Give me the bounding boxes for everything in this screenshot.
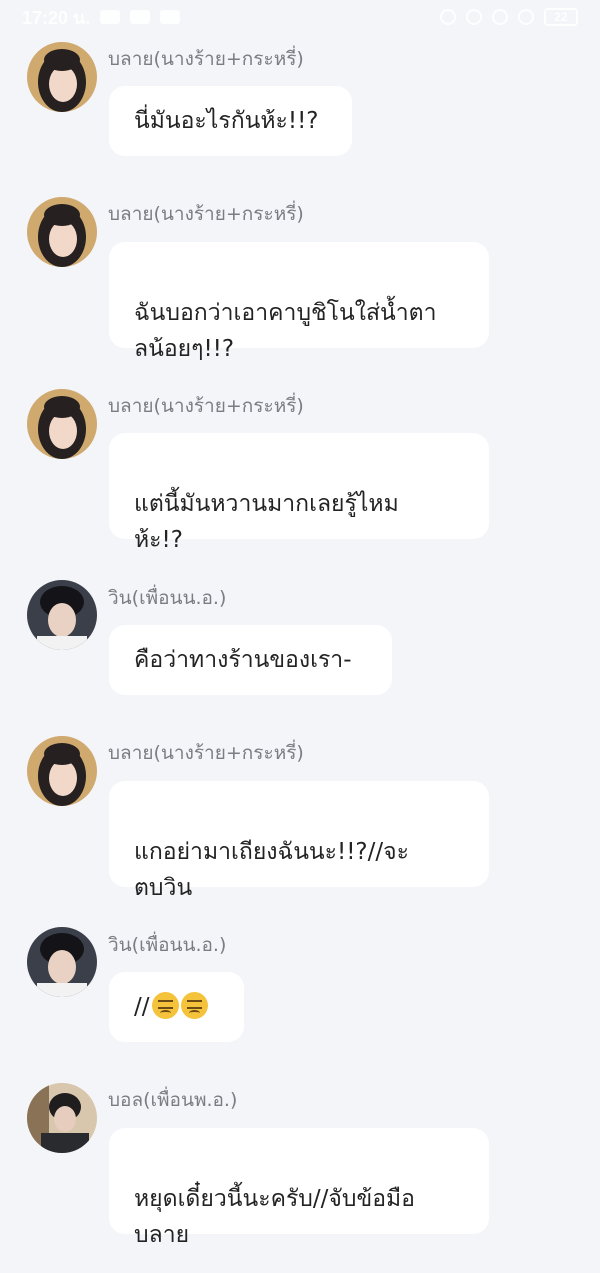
confounded-face-emoji [151,992,179,1019]
avatar-blay[interactable] [27,736,97,806]
battery-indicator: 22 [544,8,578,26]
message-text: คือว่าทางร้านของเรา- [134,647,352,673]
message-text: ฉันบอกว่าเอาคาบูชิโนใส่น้ำตา ลน้อยๆ!!? [134,300,437,362]
sender-name: บอล(เพื่อนพ.อ.) [108,1089,238,1111]
sender-name: บลาย(นางร้าย+กระหรี่) [108,48,304,70]
sender-name: วิน(เพื่อนน.อ.) [108,587,227,609]
message-text: นี่มันอะไรกันห้ะ!!? [134,108,319,134]
avatar-win[interactable] [27,927,97,997]
message-bubble[interactable]: ฉันบอกว่าเอาคาบูชิโนใส่น้ำตา ลน้อยๆ!!? [109,242,489,362]
avatar-win[interactable] [27,580,97,650]
message-bubble[interactable]: // [109,972,244,1042]
sender-name: บลาย(นางร้าย+กระหรี่) [108,203,304,225]
sender-name: วิน(เพื่อนน.อ.) [108,934,227,956]
message-text: แต่นี้มันหวานมากเลยรู้ไหม ห้ะ!? [134,491,399,553]
youtube-icon [160,10,181,24]
status-bar: 17:20 น. 22 [0,0,600,34]
sender-name: บลาย(นางร้าย+กระหรี่) [108,742,304,764]
message-bubble[interactable]: แกอย่ามาเถียงฉันนะ!!?//จะ ตบวิน [109,781,489,901]
wifi-icon [492,9,508,25]
avatar-blay[interactable] [27,389,97,459]
message-text: หยุดเดี๋ยวนี้นะครับ//จับข้อมือ บลาย [134,1186,415,1248]
status-time: 17:20 น. [22,7,91,28]
vibrate-icon [440,9,456,25]
camera-icon [100,10,121,24]
alarm-icon [466,9,482,25]
message-bubble[interactable]: นี่มันอะไรกันห้ะ!!? [109,86,352,156]
signal-icon [518,9,534,25]
message-bubble[interactable]: แต่นี้มันหวานมากเลยรู้ไหม ห้ะ!? [109,433,489,553]
message-bubble[interactable]: คือว่าทางร้านของเรา- [109,625,392,695]
message-text: แกอย่ามาเถียงฉันนะ!!?//จะ ตบวิน [134,839,409,901]
avatar-blay[interactable] [27,197,97,267]
sender-name: บลาย(นางร้าย+กระหรี่) [108,395,304,417]
avatar-ball[interactable] [27,1083,97,1153]
avatar-blay[interactable] [27,42,97,112]
message-text: // [134,994,150,1020]
message-bubble[interactable]: หยุดเดี๋ยวนี้นะครับ//จับข้อมือ บลาย [109,1128,489,1248]
persevering-face-emoji [180,992,208,1019]
youtube-icon [130,10,151,24]
